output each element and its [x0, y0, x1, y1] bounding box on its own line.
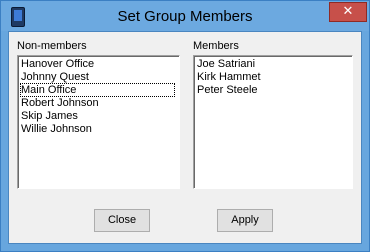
- list-item[interactable]: Peter Steele: [197, 84, 258, 96]
- non-members-list[interactable]: Hanover Office Johnny Quest Main Office …: [17, 55, 180, 189]
- list-item[interactable]: Skip James: [21, 110, 78, 122]
- close-icon[interactable]: ✕: [329, 2, 367, 22]
- members-label: Members: [193, 40, 239, 52]
- apply-button[interactable]: Apply: [217, 209, 273, 232]
- dialog-body: Non-members Hanover Office Johnny Quest …: [8, 31, 362, 244]
- list-item[interactable]: Willie Johnson: [21, 123, 92, 135]
- close-button[interactable]: Close: [94, 209, 150, 232]
- list-item[interactable]: Robert Johnson: [21, 97, 99, 109]
- list-item[interactable]: Johnny Quest: [21, 71, 89, 83]
- window-title: Set Group Members: [117, 8, 253, 25]
- members-list[interactable]: Joe Satriani Kirk Hammet Peter Steele: [193, 55, 353, 189]
- list-item[interactable]: Kirk Hammet: [197, 71, 261, 83]
- non-members-label: Non-members: [17, 40, 87, 52]
- list-item[interactable]: Joe Satriani: [197, 58, 255, 70]
- list-item[interactable]: Hanover Office: [21, 58, 94, 70]
- title-bar[interactable]: Set Group Members ✕: [1, 1, 369, 31]
- list-item-focused[interactable]: Main Office: [20, 83, 175, 97]
- dialog-window: Set Group Members ✕ Non-members Hanover …: [0, 0, 370, 252]
